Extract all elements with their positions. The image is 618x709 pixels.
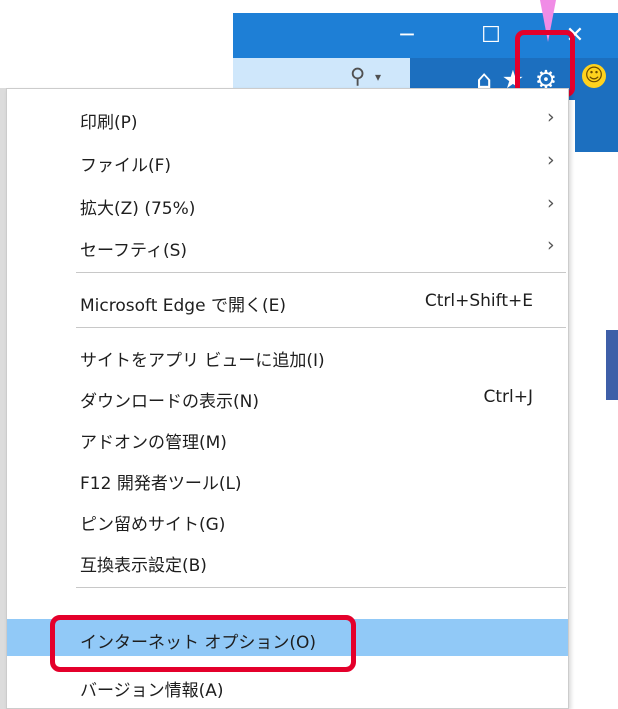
menu-item-file[interactable]: ファイル(F) › [7,142,568,179]
minimize-icon[interactable]: ─ [387,13,427,58]
menu-item-label: 互換表示設定(B) [80,556,207,576]
page-content-fragment [606,330,618,400]
menu-item-shortcut: Ctrl+J [483,387,533,407]
menu-item-label: 印刷(P) [80,113,138,133]
menu-separator [76,327,566,328]
menu-item-label: バージョン情報(A) [80,681,224,701]
menu-item-add-site-app-view[interactable]: サイトをアプリ ビューに追加(I) [7,337,568,374]
menu-item-label: 拡大(Z) (75%) [80,199,196,219]
menu-item-open-in-edge[interactable]: Microsoft Edge で開く(E) Ctrl+Shift+E [7,282,568,319]
browser-frame-edge [575,100,618,152]
menu-item-about[interactable]: バージョン情報(A) [7,667,568,704]
menu-item-label: F12 開発者ツール(L) [80,474,242,494]
menu-separator [76,587,566,588]
menu-item-label: セーフティ(S) [80,241,188,261]
menu-item-print[interactable]: 印刷(P) › [7,99,568,136]
menu-item-label: アドオンの管理(M) [80,433,227,453]
menu-item-label: サイトをアプリ ビューに追加(I) [80,351,325,371]
menu-item-f12-devtools[interactable]: F12 開発者ツール(L) [7,460,568,497]
chevron-right-icon: › [547,192,555,214]
chevron-right-icon: › [547,106,555,128]
menu-item-label: Microsoft Edge で開く(E) [80,296,286,316]
menu-item-safety[interactable]: セーフティ(S) › [7,227,568,264]
menu-separator [76,272,566,273]
menu-item-label: ファイル(F) [80,156,172,176]
menu-item-shortcut: Ctrl+Shift+E [424,291,533,311]
gear-highlight-box [515,30,575,97]
chevron-right-icon: › [547,149,555,171]
maximize-icon[interactable]: ☐ [471,13,511,58]
menu-item-label: ピン留めサイト(G) [80,515,226,535]
menu-item-label: ダウンロードの表示(N) [80,392,259,412]
menu-item-manage-addons[interactable]: アドオンの管理(M) [7,419,568,456]
menu-item-compatibility-view[interactable]: 互換表示設定(B) [7,542,568,579]
menu-item-view-downloads[interactable]: ダウンロードの表示(N) Ctrl+J [7,378,568,415]
search-icon[interactable]: ⚲ [350,64,365,88]
menu-item-pinned-sites[interactable]: ピン留めサイト(G) [7,501,568,538]
internet-options-highlight-box [50,615,356,672]
feedback-smiley-icon[interactable]: ☺ [582,64,606,88]
chevron-right-icon: › [547,234,555,256]
menu-item-zoom[interactable]: 拡大(Z) (75%) › [7,185,568,222]
chevron-down-icon[interactable]: ▾ [375,70,381,84]
